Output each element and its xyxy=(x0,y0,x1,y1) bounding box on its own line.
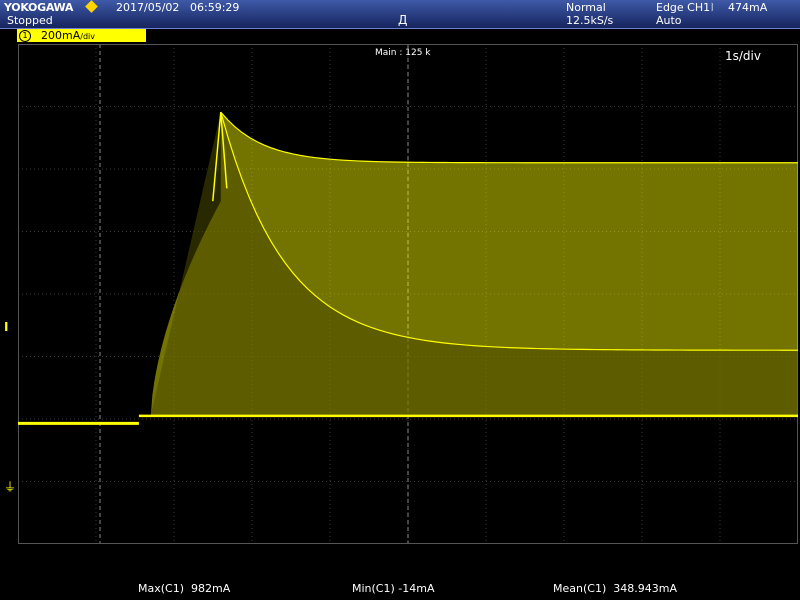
status-bar: YOKOGAWA Stopped 2017/05/02 06:59:29 Nor… xyxy=(0,0,800,29)
timebase-label: 1s/div xyxy=(725,49,761,63)
channel-scale: 200mA/div xyxy=(41,29,95,42)
waveform-svg: Main : 125 k 1s/div xyxy=(17,43,799,545)
run-status: Stopped xyxy=(7,14,53,27)
channel-position-marker[interactable]: I xyxy=(4,320,8,334)
sample-rate: 12.5kS/s xyxy=(566,14,614,27)
measure-mean: Mean(C1) 348.943mA xyxy=(553,582,677,595)
acquisition-mode: Normal xyxy=(566,1,606,14)
channel-number: 1 xyxy=(19,30,31,42)
channel-1-scale-bar[interactable]: 1 200mA/div xyxy=(17,29,146,42)
measure-min: Min(C1) -14mA xyxy=(352,582,435,595)
trigger-mode: Auto xyxy=(656,14,682,27)
trigger-position-marker: Д xyxy=(398,13,408,27)
ground-icon: ⏚ xyxy=(4,480,17,494)
time-readout: 06:59:29 xyxy=(190,1,240,14)
main-record-label: Main : 125 k xyxy=(375,48,431,58)
trigger-type: Edge CH1 xyxy=(656,1,711,14)
trigger-level: 474mA xyxy=(728,1,768,14)
waveform-display[interactable]: Main : 125 k 1s/div xyxy=(17,43,799,548)
measure-max: Max(C1) 982mA xyxy=(138,582,231,595)
trigger-slope-icon: ⧘ xyxy=(711,0,714,14)
date-readout: 2017/05/02 xyxy=(116,1,180,14)
brand-logo: YOKOGAWA xyxy=(4,1,74,14)
diamond-icon xyxy=(85,0,98,13)
